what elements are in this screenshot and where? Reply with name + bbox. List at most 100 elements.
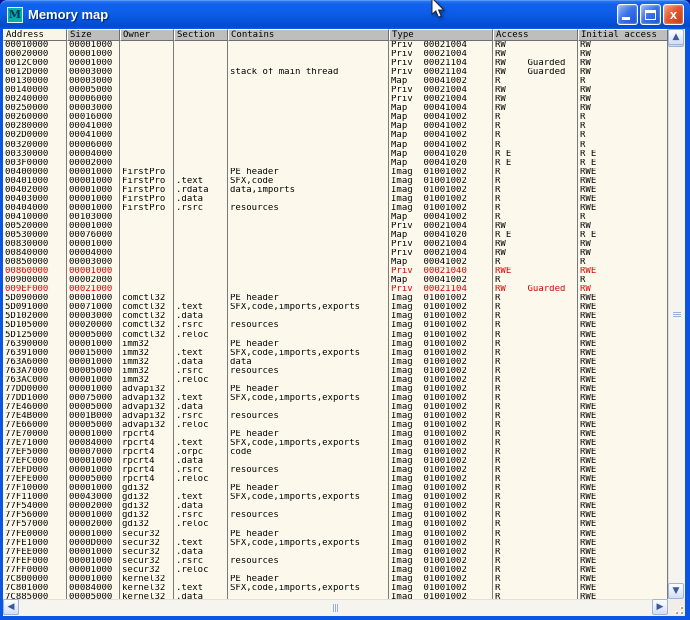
table-row[interactable]: 0026000000016000Map 00041002RR xyxy=(3,113,668,122)
access-cell: R xyxy=(493,358,578,367)
table-row[interactable]: 0040400000001000FirstPro.rsrcresourcesIm… xyxy=(3,204,668,213)
table-row[interactable]: 77E4B0000001B000advapi32.rsrcresourcesIm… xyxy=(3,412,668,421)
table-row[interactable]: 763AC00000001000imm32.relocImag 01001002… xyxy=(3,376,668,385)
table-row[interactable]: 0052000000001000Priv 00021004RWRW xyxy=(3,222,668,231)
table-row[interactable]: 77FF000000001000secur32.relocImag 010010… xyxy=(3,566,668,575)
access-cell: R xyxy=(493,502,578,511)
access-cell: R xyxy=(493,584,578,593)
table-row[interactable]: 77E6600000005000advapi32.relocImag 01001… xyxy=(3,421,668,430)
column-header-access[interactable]: Access xyxy=(493,29,578,41)
table-row[interactable]: 77F1000000001000gdi32PE headerImag 01001… xyxy=(3,484,668,493)
scroll-down-button[interactable]: ▼ xyxy=(668,583,684,599)
vertical-scroll-thumb[interactable] xyxy=(668,29,684,47)
column-header-type[interactable]: Type xyxy=(389,29,493,41)
table-row[interactable]: 7C80100000084000kernel32.textSFX,code,im… xyxy=(3,584,668,593)
type-cell: Imag 01001002 xyxy=(389,321,493,330)
initial-access-cell: RWE xyxy=(578,321,668,330)
table-row[interactable]: 003F000000002000Map 00041020R ER E xyxy=(3,159,668,168)
table-row[interactable]: 77DD100000075000advapi32.textSFX,code,im… xyxy=(3,394,668,403)
table-row[interactable]: 0028000000041000Map 00041002RR xyxy=(3,122,668,131)
table-row[interactable]: 77E4600000005000advapi32.dataImag 010010… xyxy=(3,403,668,412)
owner-cell: gdi32 xyxy=(120,520,174,529)
table-row[interactable]: 77F5700000002000gdi32.relocImag 01001002… xyxy=(3,520,668,529)
table-row[interactable]: 0024000000006000Priv 00021004RWRW xyxy=(3,95,668,104)
resize-grip[interactable] xyxy=(668,599,685,616)
table-row[interactable]: 0002000000001000Priv 00021004RWRW xyxy=(3,50,668,59)
address-cell: 002D0000 xyxy=(3,131,67,140)
close-button[interactable]: x xyxy=(663,4,684,25)
initial-access-cell: RWE xyxy=(578,376,668,385)
table-row[interactable]: 0083000000001000Priv 00021004RWRW xyxy=(3,240,668,249)
table-row[interactable]: 77EFD00000001000rpcrt4.rsrcresourcesImag… xyxy=(3,466,668,475)
section-cell: .text xyxy=(174,303,228,312)
table-row[interactable]: 009EF00000021000Priv 00021104RW GuardedR… xyxy=(3,285,668,294)
table-row[interactable]: 77E7000000001000rpcrt4PE headerImag 0100… xyxy=(3,430,668,439)
table-row[interactable]: 0090000000002000Map 00041002RR xyxy=(3,276,668,285)
table-row[interactable]: 0085000000003000Map 00041002RR xyxy=(3,258,668,267)
table-row[interactable]: 0040000000001000FirstProPE headerImag 01… xyxy=(3,168,668,177)
table-row[interactable]: 5D09100000071000comctl32.textSFX,code,im… xyxy=(3,303,668,312)
table-row[interactable]: 0025000000003000Map 00041004RWRW xyxy=(3,104,668,113)
table-row[interactable]: 0040200000001000FirstPro.rdatadata,impor… xyxy=(3,186,668,195)
table-row[interactable]: 77F1100000043000gdi32.textSFX,code,impor… xyxy=(3,493,668,502)
address-cell: 5D090000 xyxy=(3,294,67,303)
column-header-owner[interactable]: Owner xyxy=(120,29,174,41)
horizontal-scrollbar[interactable]: ◀ ▶ xyxy=(3,599,668,616)
table-row[interactable]: 0084000000004000Priv 00021004RWRW xyxy=(3,249,668,258)
table-row[interactable]: 77E7100000084000rpcrt4.textSFX,code,impo… xyxy=(3,439,668,448)
owner-cell xyxy=(120,240,174,249)
table-row[interactable]: 7639000000001000imm32PE headerImag 01001… xyxy=(3,340,668,349)
access-cell: R xyxy=(493,385,578,394)
table-row[interactable]: 77DD000000001000advapi32PE headerImag 01… xyxy=(3,385,668,394)
table-row[interactable]: 0040100000001000FirstPro.textSFX,codeIma… xyxy=(3,177,668,186)
table-row[interactable]: 77FE000000001000secur32PE headerImag 010… xyxy=(3,530,668,539)
contains-cell xyxy=(228,104,389,113)
table-row[interactable]: 0014000000005000Priv 00021004RWRW xyxy=(3,86,668,95)
table-row[interactable]: 77FEE00000001000secur32.dataImag 0100100… xyxy=(3,548,668,557)
contains-cell: SFX,code,imports,exports xyxy=(228,303,389,312)
section-cell: .rsrc xyxy=(174,557,228,566)
table-row[interactable]: 7C80000000001000kernel32PE headerImag 01… xyxy=(3,575,668,584)
section-cell xyxy=(174,150,228,159)
maximize-button[interactable] xyxy=(640,4,661,25)
table-row[interactable]: 0001000000001000Priv 00021004RWRW xyxy=(3,41,668,50)
table-row[interactable]: 77EFC00000001000rpcrt4.dataImag 01001002… xyxy=(3,457,668,466)
vertical-scrollbar[interactable]: ▲ ▼ xyxy=(668,29,685,599)
table-row[interactable]: 5D10200000003000comctl32.dataImag 010010… xyxy=(3,312,668,321)
table-row[interactable]: 7639100000015000imm32.textSFX,code,impor… xyxy=(3,349,668,358)
table-row[interactable]: 0012D00000003000stack of main threadPriv… xyxy=(3,68,668,77)
table-row[interactable]: 0012C00000001000Priv 00021104RW GuardedR… xyxy=(3,59,668,68)
table-row[interactable]: 763A700000005000imm32.rsrcresourcesImag … xyxy=(3,367,668,376)
column-header-address[interactable]: Address xyxy=(3,29,67,41)
table-row[interactable]: 763A600000001000imm32.datadataImag 01001… xyxy=(3,358,668,367)
table-row[interactable]: 5D12500000005000comctl32.relocImag 01001… xyxy=(3,331,668,340)
column-header-section[interactable]: Section xyxy=(174,29,228,41)
table-row[interactable]: 0032000000006000Map 00041002RR xyxy=(3,141,668,150)
minimize-button[interactable] xyxy=(617,4,638,25)
title-bar[interactable]: M Memory map x xyxy=(0,0,690,29)
table-row[interactable]: 0041000000103000Map 00041002RR xyxy=(3,213,668,222)
table-row[interactable]: 77EF500000007000rpcrt4.orpccodeImag 0100… xyxy=(3,448,668,457)
table-row[interactable]: 0086000000001000Priv 00021040RWERWE xyxy=(3,267,668,276)
table-row[interactable]: 0053000000076000Map 00041020R ER E xyxy=(3,231,668,240)
address-cell: 7C800000 xyxy=(3,575,67,584)
table-row[interactable]: 77FEF00000001000secur32.rsrcresourcesIma… xyxy=(3,557,668,566)
horizontal-scroll-thumb[interactable] xyxy=(3,599,19,615)
column-header-initial-access[interactable]: Initial access xyxy=(578,29,668,41)
table-row[interactable]: 77F5400000002000gdi32.dataImag 01001002R… xyxy=(3,502,668,511)
table-row[interactable]: 0040300000001000FirstPro.dataImag 010010… xyxy=(3,195,668,204)
table-row[interactable]: 0013000000003000Map 00041002RR xyxy=(3,77,668,86)
table-row[interactable]: 77EFE00000005000rpcrt4.relocImag 0100100… xyxy=(3,475,668,484)
scroll-right-button[interactable]: ▶ xyxy=(652,599,668,615)
table-row[interactable]: 5D10500000020000comctl32.rsrcresourcesIm… xyxy=(3,321,668,330)
column-header-contains[interactable]: Contains xyxy=(228,29,389,41)
table-row[interactable]: 5D09000000001000comctl32PE headerImag 01… xyxy=(3,294,668,303)
column-header-size[interactable]: Size xyxy=(67,29,120,41)
table-row[interactable]: 0033000000004000Map 00041020R ER E xyxy=(3,150,668,159)
table-row[interactable]: 002D000000041000Map 00041002RR xyxy=(3,131,668,140)
size-cell: 00005000 xyxy=(67,86,120,95)
address-cell: 0012C000 xyxy=(3,59,67,68)
table-row[interactable]: 77F5600000001000gdi32.rsrcresourcesImag … xyxy=(3,511,668,520)
table-row[interactable]: 77FE10000000D000secur32.textSFX,code,imp… xyxy=(3,539,668,548)
size-cell: 00006000 xyxy=(67,141,120,150)
